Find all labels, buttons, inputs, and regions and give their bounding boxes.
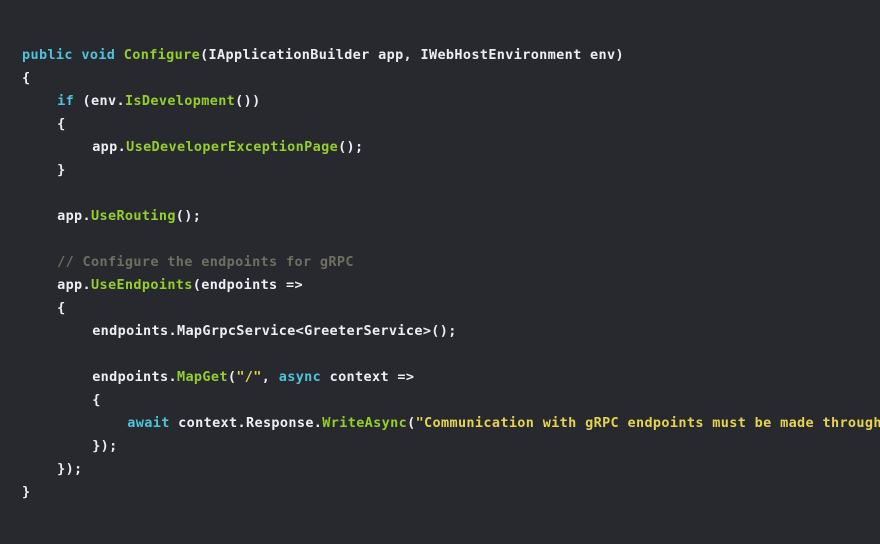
code-line: }); <box>0 435 880 458</box>
code-token-plain: }); <box>57 461 83 477</box>
code-token-string: "/" <box>236 369 262 385</box>
code-line: { <box>0 67 880 90</box>
code-line: app.UseEndpoints(endpoints => <box>0 274 880 297</box>
code-line: { <box>0 389 880 412</box>
code-token-comment: // Configure the endpoints for gRPC <box>57 254 354 270</box>
code-token-plain: (env. <box>74 93 125 109</box>
code-token-method: Configure <box>123 47 201 63</box>
code-token-plain: { <box>57 300 66 316</box>
code-token-plain: (IApplicationBuilder app, IWebHostEnviro… <box>200 47 624 63</box>
code-token-method: UseRouting <box>91 208 176 224</box>
code-token-plain: (); <box>175 208 202 224</box>
code-token-plain: context => <box>321 369 415 385</box>
code-token-plain: , <box>261 369 279 385</box>
code-token-keyword: void <box>81 47 116 63</box>
code-token-plain: ( <box>407 415 416 431</box>
code-token-plain: { <box>92 392 101 408</box>
code-token-plain: { <box>57 116 66 132</box>
code-token-plain: app. <box>57 208 92 224</box>
code-token-method: WriteAsync <box>322 415 408 431</box>
code-token-plain: } <box>57 162 66 178</box>
code-token-plain: context.Response. <box>169 415 323 431</box>
code-token-plain: ()) <box>235 93 261 109</box>
code-editor-viewport[interactable]: public void Configure(IApplicationBuilde… <box>0 0 880 544</box>
code-token-plain: app. <box>92 139 127 155</box>
code-line: { <box>0 297 880 320</box>
code-token-keyword: public <box>22 47 73 63</box>
code-token-plain: } <box>22 484 31 500</box>
code-token-method: MapGet <box>176 369 228 385</box>
code-token-method: UseEndpoints <box>91 277 193 293</box>
code-line: endpoints.MapGet("/", async context => <box>0 366 880 389</box>
code-line: { <box>0 113 880 136</box>
code-token-keyword: await <box>127 415 170 431</box>
code-token-keyword: if <box>57 93 75 109</box>
code-line: app.UseDeveloperExceptionPage(); <box>0 136 880 159</box>
code-token-string: "Communication with gRPC endpoints must … <box>415 415 880 431</box>
code-token-method: UseDeveloperExceptionPage <box>126 139 339 155</box>
code-token-plain: }); <box>92 438 118 454</box>
code-token-method: IsDevelopment <box>124 93 236 109</box>
code-line: }); <box>0 458 880 481</box>
code-line: public void Configure(IApplicationBuilde… <box>0 44 880 67</box>
code-line: await context.Response.WriteAsync("Commu… <box>0 412 880 435</box>
code-token-plain: endpoints.MapGrpcService<GreeterService>… <box>92 323 457 339</box>
code-line: app.UseRouting(); <box>0 205 880 228</box>
code-line: } <box>0 159 880 182</box>
code-token-plain: app. <box>57 277 92 293</box>
code-line: endpoints.MapGrpcService<GreeterService>… <box>0 320 880 343</box>
code-token-plain: { <box>22 70 31 86</box>
code-token-plain: (); <box>338 139 364 155</box>
code-token-plain: endpoints. <box>92 369 177 385</box>
code-token-keyword: async <box>278 369 322 385</box>
code-line: // Configure the endpoints for gRPC <box>0 251 880 274</box>
code-line: if (env.IsDevelopment()) <box>0 90 880 113</box>
code-line: } <box>0 481 880 504</box>
code-token-plain: (endpoints => <box>192 277 303 293</box>
code-block: public void Configure(IApplicationBuilde… <box>0 44 880 504</box>
